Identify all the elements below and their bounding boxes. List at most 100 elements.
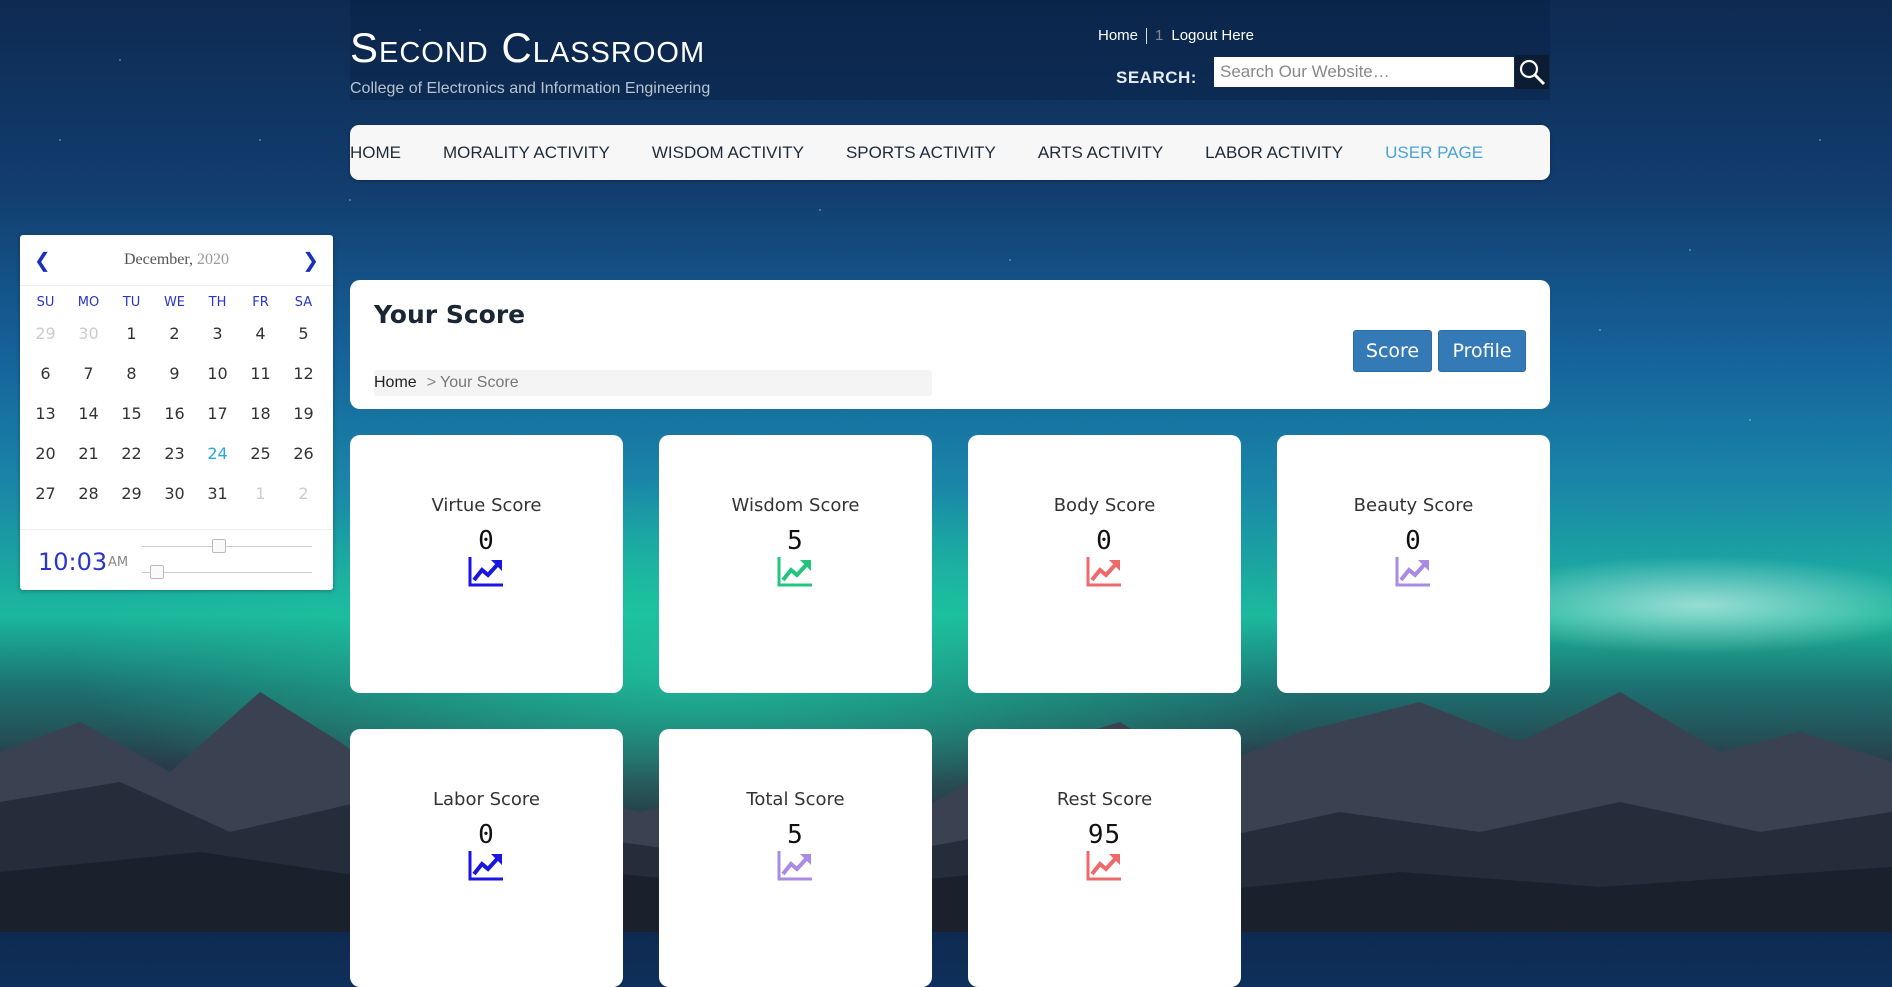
score-card-label: Beauty Score [1353,495,1474,516]
score-card-value: 0 [478,526,495,556]
calendar-day[interactable]: 5 [282,314,325,354]
nav-item-sports[interactable]: SPORTS ACTIVITY [846,143,996,163]
nav-item-wisdom[interactable]: WISDOM ACTIVITY [652,143,804,163]
logout-link[interactable]: Logout Here [1171,27,1254,44]
score-card-rest: Rest Score 95 [968,729,1241,987]
calendar-day[interactable]: 3 [196,314,239,354]
site-title: Second Classroom [350,24,706,71]
calendar-day[interactable]: 1 [239,474,282,514]
score-panel: Your Score Home > Your Score Score Profile [350,280,1550,409]
calendar-day[interactable]: 2 [282,474,325,514]
score-card-label: Virtue Score [431,495,542,516]
search-icon [1519,59,1546,86]
score-card-label: Rest Score [1056,789,1153,810]
calendar-weekday: SU [36,295,55,310]
calendar-day[interactable]: 4 [239,314,282,354]
score-card-wisdom: Wisdom Score 5 [659,435,932,693]
score-button[interactable]: Score [1353,330,1432,372]
breadcrumb: Home > Your Score [374,370,932,396]
calendar-month: December, [123,251,194,268]
calendar-day[interactable]: 30 [67,314,110,354]
calendar-day[interactable]: 1 [110,314,153,354]
nav-item-arts[interactable]: ARTS ACTIVITY [1038,143,1163,163]
time-picker: 10:03 AM [20,529,333,590]
score-card-virtue: Virtue Score 0 [350,435,623,693]
calendar-year: 2020 [197,251,230,268]
calendar-month-year: December, 2020 [124,251,229,269]
calendar-day[interactable]: 27 [24,474,67,514]
calendar-weekday: FR [252,295,269,310]
calendar-day[interactable]: 9 [153,354,196,394]
page-title: Your Score [374,300,526,329]
time-value: 10:03 [38,548,108,576]
score-card-label: Body Score [1053,495,1156,516]
calendar-day[interactable]: 29 [110,474,153,514]
site-subtitle: College of Electronics and Information E… [350,80,711,97]
calendar-day[interactable]: 19 [282,394,325,434]
calendar-day[interactable]: 14 [67,394,110,434]
calendar-day[interactable]: 8 [110,354,153,394]
nav-item-labor[interactable]: LABOR ACTIVITY [1205,143,1343,163]
calendar-day[interactable]: 28 [67,474,110,514]
calendar-day[interactable]: 10 [196,354,239,394]
calendar-day[interactable]: 16 [153,394,196,434]
top-links: Home 1 Logout Here [1098,27,1254,44]
calendar-day[interactable]: 22 [110,434,153,474]
chevron-left-icon[interactable]: ❮ [34,248,51,272]
calendar-day[interactable]: 26 [282,434,325,474]
search-label: SEARCH: [1116,68,1197,87]
score-card-body: Body Score 0 [968,435,1241,693]
hour-slider-thumb[interactable] [212,539,227,553]
calendar-day[interactable]: 31 [196,474,239,514]
calendar-day[interactable]: 12 [282,354,325,394]
search-input[interactable] [1214,57,1514,87]
calendar-header: ❮ December, 2020 ❯ [20,235,333,286]
search-button[interactable] [1515,55,1549,89]
calendar-day[interactable]: 15 [110,394,153,434]
calendar-day[interactable]: 7 [67,354,110,394]
calendar-weekday: TU [122,295,141,310]
nav-item-user-page[interactable]: USER PAGE [1385,143,1483,163]
nav-item-home[interactable]: HOME [350,143,401,163]
trend-up-icon [777,557,812,587]
trend-up-icon [1086,557,1121,587]
minute-slider[interactable] [142,565,312,579]
top-home-link[interactable]: Home [1098,27,1138,44]
score-card-total: Total Score 5 [659,729,932,987]
calendar-weekday: SA [294,295,313,310]
trend-up-icon [1086,851,1121,881]
calendar-day[interactable]: 2 [153,314,196,354]
score-card-beauty: Beauty Score 0 [1277,435,1550,693]
calendar-weekday: WE [163,295,186,310]
score-card-value: 0 [1405,526,1422,556]
calendar-weekday: MO [77,295,100,310]
nav-item-morality[interactable]: MORALITY ACTIVITY [443,143,610,163]
score-card-value: 95 [1087,820,1122,850]
breadcrumb-current: Your Score [440,374,519,391]
calendar-day[interactable]: 11 [239,354,282,394]
calendar-day[interactable]: 30 [153,474,196,514]
calendar-day[interactable]: 6 [24,354,67,394]
calendar-day-today[interactable]: 24 [196,434,239,474]
chevron-right-icon[interactable]: ❯ [302,248,319,272]
profile-button[interactable]: Profile [1438,330,1526,372]
trend-up-icon [1395,557,1430,587]
calendar-day[interactable]: 23 [153,434,196,474]
calendar-weekday: TH [208,295,227,310]
minute-slider-thumb[interactable] [149,565,164,579]
calendar-day[interactable]: 29 [24,314,67,354]
divider [1146,27,1148,44]
calendar-day[interactable]: 21 [67,434,110,474]
calendar-day[interactable]: 13 [24,394,67,434]
calendar-day[interactable]: 17 [196,394,239,434]
calendar-day[interactable]: 25 [239,434,282,474]
trend-up-icon [777,851,812,881]
calendar-day[interactable]: 18 [239,394,282,434]
calendar-grid: SU MO TU WE TH FR SA 29 30 1 2 3 4 5 6 7 8 9 10 11 12 13 14 15 1… [20,286,333,514]
breadcrumb-home[interactable]: Home [374,374,417,391]
score-card-value: 5 [787,526,804,556]
trend-up-icon [468,851,503,881]
hour-slider[interactable] [142,539,312,553]
calendar-day[interactable]: 20 [24,434,67,474]
calendar-widget: ❮ December, 2020 ❯ SU MO TU WE TH FR SA 29 30 1 2 3… [20,235,333,590]
